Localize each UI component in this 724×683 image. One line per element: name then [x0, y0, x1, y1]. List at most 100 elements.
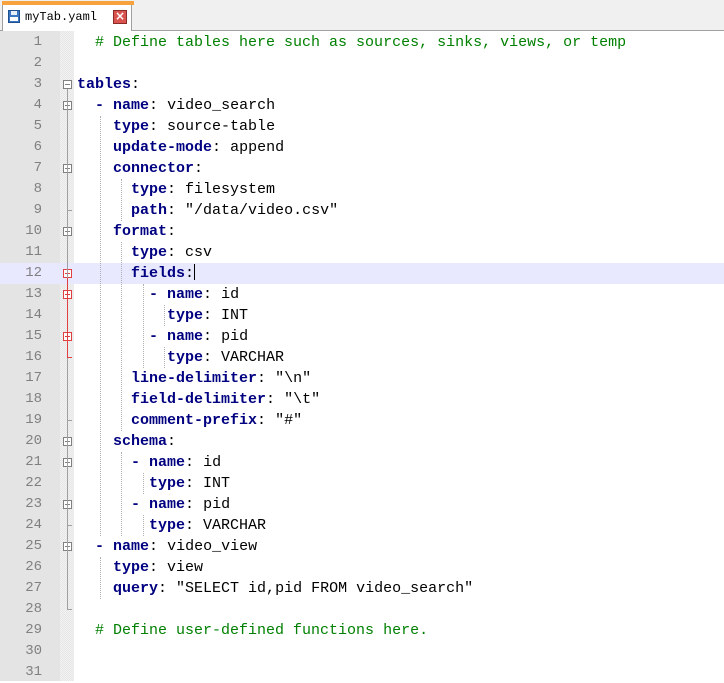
code-line[interactable]: 31 — [0, 662, 724, 683]
line-text[interactable]: - name: video_search — [77, 95, 275, 116]
line-number: 21 — [25, 454, 42, 470]
tab-title[interactable]: myTab.yaml — [25, 10, 97, 24]
code-line[interactable]: 11 type: csv — [0, 242, 724, 263]
value-token: : — [149, 97, 168, 114]
code-line[interactable]: 4 - name: video_search — [0, 95, 724, 116]
indent-guide — [121, 179, 123, 221]
key-token: type — [167, 349, 204, 366]
value-token — [77, 412, 131, 429]
close-icon[interactable]: × — [113, 10, 127, 24]
key-token: comment-prefix — [131, 412, 258, 429]
value-token: : — [167, 181, 186, 198]
line-text[interactable]: # Define user-defined functions here. — [77, 620, 428, 641]
line-text[interactable]: connector: — [77, 158, 203, 179]
code-line[interactable]: 26 type: view — [0, 557, 724, 578]
code-line[interactable]: 3 tables: — [0, 74, 724, 95]
line-text[interactable]: type: view — [77, 557, 203, 578]
dash-token: - — [95, 538, 114, 555]
code-line[interactable]: 5 type: source-table — [0, 116, 724, 137]
value-token: "\t" — [284, 391, 321, 408]
code-line[interactable]: 24 type: VARCHAR — [0, 515, 724, 536]
code-line[interactable]: 27 query: "SELECT id,pid FROM video_sear… — [0, 578, 724, 599]
value-token — [77, 538, 95, 555]
code-line[interactable]: 17 line-delimiter: "\n" — [0, 368, 724, 389]
key-token: type — [113, 118, 150, 135]
line-number: 23 — [25, 496, 42, 512]
line-text[interactable]: - name: pid — [77, 326, 248, 347]
line-text[interactable]: query: "SELECT id,pid FROM video_search" — [77, 578, 473, 599]
code-line[interactable]: 10 format: — [0, 221, 724, 242]
line-text[interactable]: - name: video_view — [77, 536, 257, 557]
save-disk-icon — [8, 10, 20, 23]
line-number: 8 — [33, 181, 42, 197]
fold-toggle-icon[interactable] — [63, 80, 72, 89]
key-token: type — [149, 475, 186, 492]
code-line[interactable]: 6 update-mode: append — [0, 137, 724, 158]
line-text[interactable]: type: VARCHAR — [77, 347, 284, 368]
fold-end — [67, 525, 72, 526]
line-text[interactable]: field-delimiter: "\t" — [77, 389, 320, 410]
code-line[interactable]: 14 type: INT — [0, 305, 724, 326]
line-text[interactable]: line-delimiter: "\n" — [77, 368, 311, 389]
line-text[interactable]: format: — [77, 221, 176, 242]
code-line[interactable]: 8 type: filesystem — [0, 179, 724, 200]
line-text[interactable]: type: csv — [77, 242, 212, 263]
code-line[interactable]: 12 fields: — [0, 263, 724, 284]
code-line[interactable]: 7 connector: — [0, 158, 724, 179]
code-line[interactable]: 16 type: VARCHAR — [0, 347, 724, 368]
indent-guide — [121, 242, 123, 431]
line-text[interactable]: type: INT — [77, 305, 248, 326]
code-line[interactable]: 29 # Define user-defined functions here. — [0, 620, 724, 641]
code-line[interactable]: 30 — [0, 641, 724, 662]
value-token: "SELECT id,pid FROM video_search" — [176, 580, 474, 597]
line-text[interactable]: # Define tables here such as sources, si… — [77, 32, 626, 53]
key-token: name — [167, 328, 204, 345]
line-text[interactable]: path: "/data/video.csv" — [77, 200, 338, 221]
value-token — [77, 328, 149, 345]
file-tab[interactable]: myTab.yaml × — [2, 1, 134, 31]
indent-guide — [99, 116, 101, 536]
code-line[interactable]: 19 comment-prefix: "#" — [0, 410, 724, 431]
code-line[interactable]: 13 - name: id — [0, 284, 724, 305]
key-token: query — [113, 580, 159, 597]
line-number: 13 — [25, 286, 42, 302]
line-number: 18 — [25, 391, 42, 407]
line-text[interactable]: update-mode: append — [77, 137, 284, 158]
value-token: filesystem — [185, 181, 276, 198]
code-editor[interactable]: 1 # Define tables here such as sources, … — [0, 31, 724, 681]
code-line[interactable]: 9 path: "/data/video.csv" — [0, 200, 724, 221]
key-token: name — [113, 97, 150, 114]
value-token: video_view — [167, 538, 258, 555]
value-token: append — [230, 139, 285, 156]
line-text[interactable]: - name: id — [77, 284, 239, 305]
value-token — [77, 202, 131, 219]
line-text[interactable]: type: VARCHAR — [77, 515, 266, 536]
line-number: 6 — [33, 139, 42, 155]
code-line[interactable]: 25 - name: video_view — [0, 536, 724, 557]
line-text[interactable]: tables: — [77, 74, 140, 95]
code-line[interactable]: 1 # Define tables here such as sources, … — [0, 32, 724, 53]
line-number: 11 — [25, 244, 42, 260]
code-line[interactable]: 18 field-delimiter: "\t" — [0, 389, 724, 410]
code-line[interactable]: 28 — [0, 599, 724, 620]
line-text[interactable]: type: source-table — [77, 116, 275, 137]
line-text[interactable]: fields: — [77, 263, 196, 284]
code-line[interactable]: 15 - name: pid — [0, 326, 724, 347]
value-token: : — [131, 76, 141, 93]
value-token: : — [149, 559, 168, 576]
line-text[interactable]: type: filesystem — [77, 179, 275, 200]
value-token: id — [221, 286, 240, 303]
code-line[interactable]: 20 schema: — [0, 431, 724, 452]
code-line[interactable]: 21 - name: id — [0, 452, 724, 473]
line-text[interactable]: schema: — [77, 431, 176, 452]
key-token: path — [131, 202, 168, 219]
key-token: type — [131, 181, 168, 198]
value-token: : — [257, 412, 276, 429]
code-line[interactable]: 2 — [0, 53, 724, 74]
line-text[interactable]: comment-prefix: "#" — [77, 410, 302, 431]
line-number: 24 — [25, 517, 42, 533]
code-line[interactable]: 23 - name: pid — [0, 494, 724, 515]
dash-token: - — [131, 454, 150, 471]
line-number: 10 — [25, 223, 42, 239]
code-line[interactable]: 22 type: INT — [0, 473, 724, 494]
